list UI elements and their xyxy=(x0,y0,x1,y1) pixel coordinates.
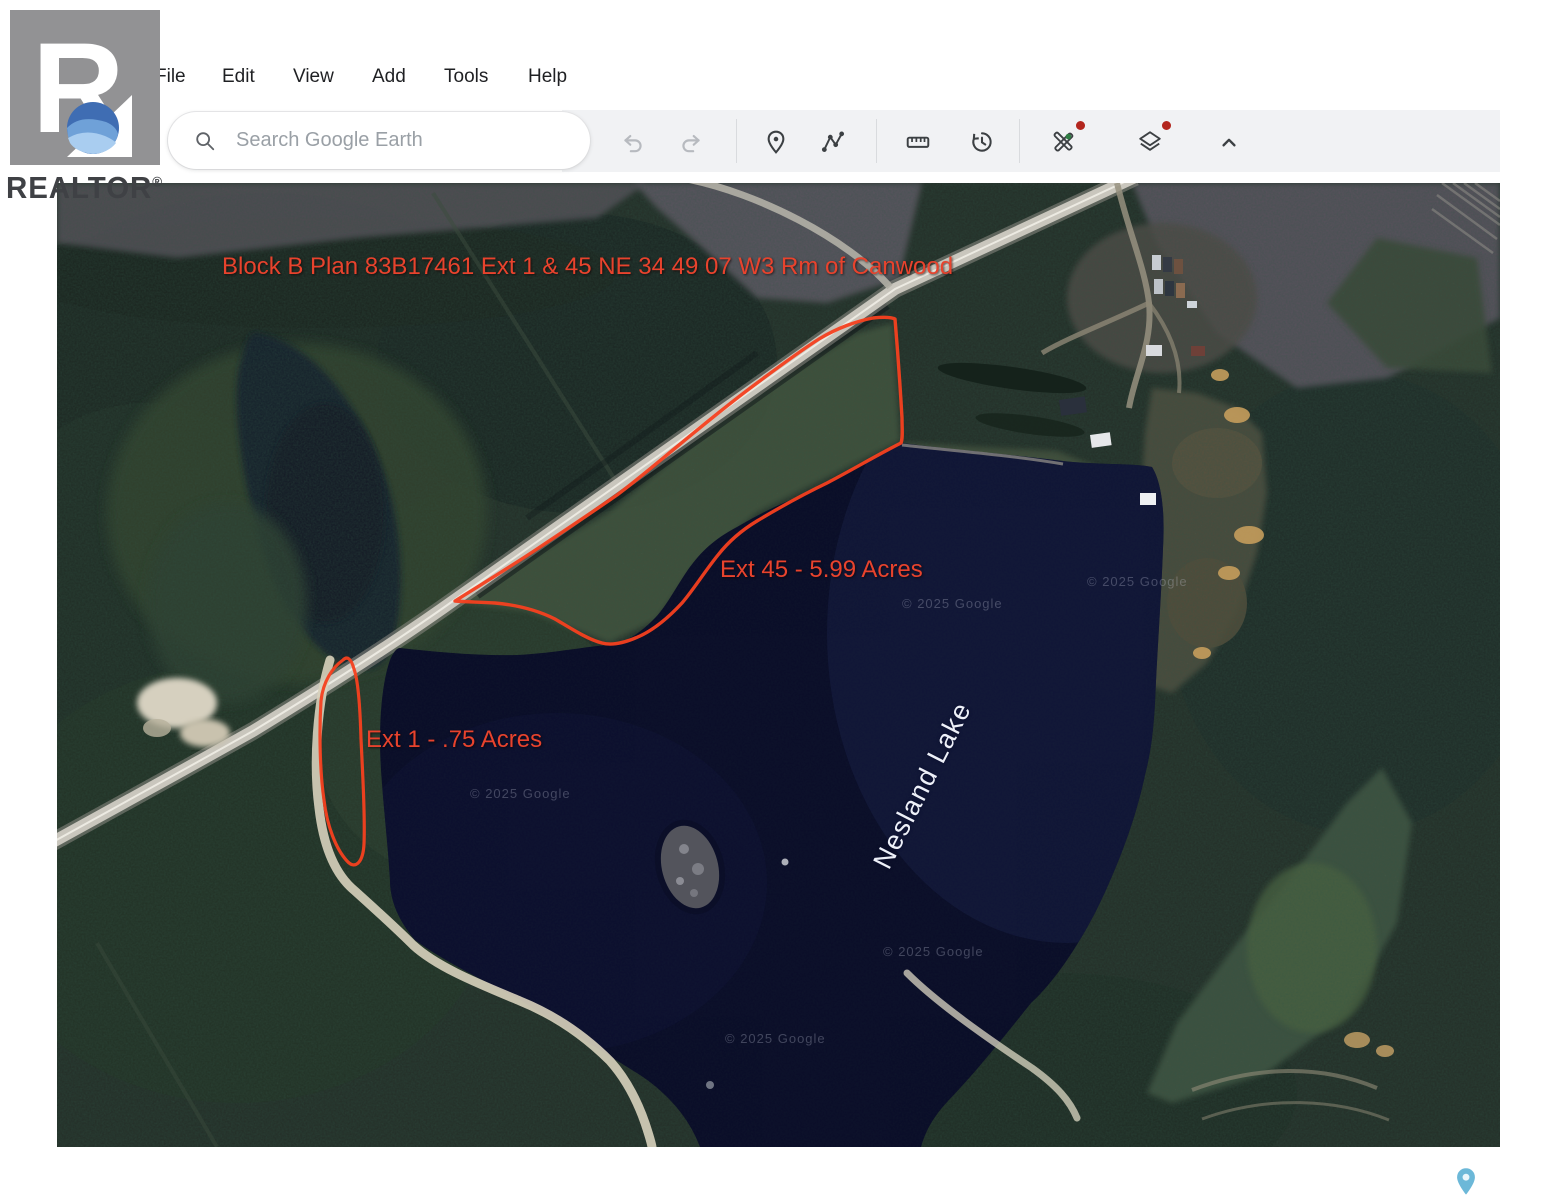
google-watermark: © 2025 Google xyxy=(725,1031,826,1046)
drawing-tools-notification-dot xyxy=(1076,121,1085,130)
toolbar-divider xyxy=(736,119,737,163)
realtor-wordmark: REALTOR® xyxy=(6,170,163,206)
menu-add[interactable]: Add xyxy=(372,66,406,88)
drawing-tools-icon[interactable] xyxy=(1050,129,1076,155)
toolbar-divider xyxy=(876,119,877,163)
historical-imagery-icon[interactable] xyxy=(969,129,995,155)
map-pin-icon xyxy=(1452,1166,1480,1198)
islet xyxy=(782,859,789,866)
search-bar[interactable] xyxy=(168,112,590,169)
layers-icon[interactable] xyxy=(1137,129,1163,155)
parcel-title-annotation: Block B Plan 83B17461 Ext 1 & 45 NE 34 4… xyxy=(222,253,953,281)
google-watermark: © 2025 Google xyxy=(883,944,984,959)
collapse-toolbar-icon[interactable] xyxy=(1216,129,1242,155)
app-window: R REALTOR® File Edit View Add Tools Help xyxy=(0,0,1553,1200)
menu-tools[interactable]: Tools xyxy=(444,66,488,88)
parcel-ext45-label: Ext 45 - 5.99 Acres xyxy=(720,556,923,584)
realtor-earth-logo: R xyxy=(10,10,160,165)
menu-edit[interactable]: Edit xyxy=(222,66,255,88)
google-watermark: © 2025 Google xyxy=(902,596,1003,611)
layers-notification-dot xyxy=(1162,121,1171,130)
earth-globe-icon xyxy=(67,102,119,154)
toolbar-divider xyxy=(1019,119,1020,163)
menu-view[interactable]: View xyxy=(293,66,334,88)
add-placemark-icon[interactable] xyxy=(763,129,789,155)
registered-mark: ® xyxy=(152,174,163,190)
google-watermark: © 2025 Google xyxy=(1087,574,1188,589)
search-input[interactable] xyxy=(234,128,538,153)
search-icon xyxy=(194,130,216,152)
islet xyxy=(706,1081,714,1089)
google-watermark: © 2025 Google xyxy=(470,786,571,801)
undo-icon[interactable] xyxy=(620,129,646,155)
measure-icon[interactable] xyxy=(905,129,931,155)
menu-help[interactable]: Help xyxy=(528,66,567,88)
realtor-text: REALTOR xyxy=(6,170,152,205)
satellite-imagery xyxy=(57,183,1500,1147)
map-viewport[interactable]: Block B Plan 83B17461 Ext 1 & 45 NE 34 4… xyxy=(57,183,1500,1147)
parcel-ext1-label: Ext 1 - .75 Acres xyxy=(366,726,542,754)
add-path-icon[interactable] xyxy=(820,129,846,155)
redo-icon[interactable] xyxy=(678,129,704,155)
